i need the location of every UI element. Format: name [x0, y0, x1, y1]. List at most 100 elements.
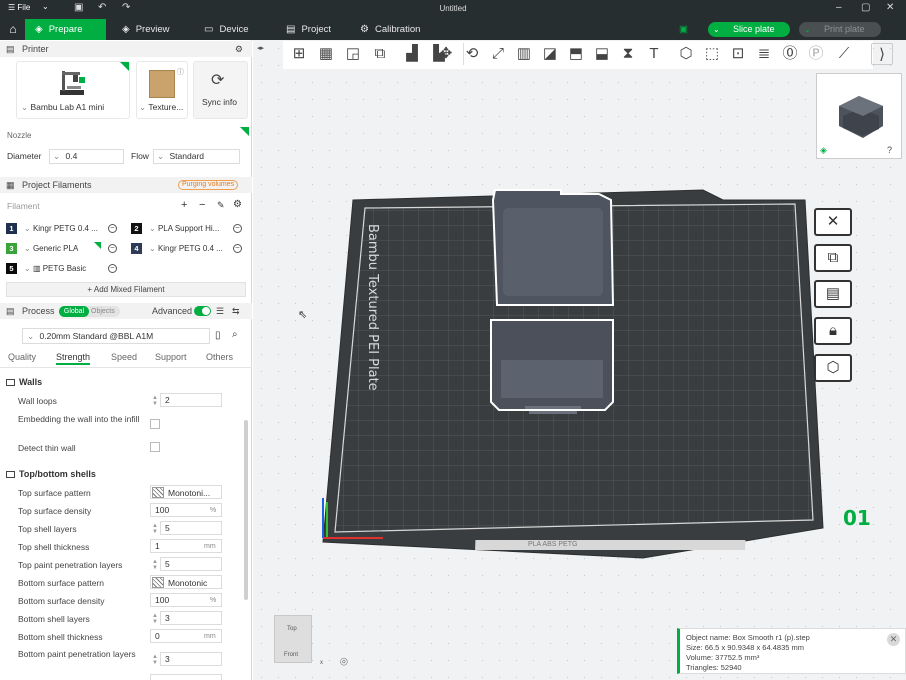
next-field-partial[interactable] [150, 674, 222, 680]
sync-info-button[interactable]: ⟳ Sync info [193, 61, 248, 119]
tab-quality[interactable]: Quality [8, 352, 36, 362]
flow-select[interactable]: ⌄ Standard [153, 149, 240, 164]
collapse-panel-icon[interactable]: ◂▸ [257, 44, 264, 52]
tab-calibration[interactable]: ⚙ Calibration [360, 19, 420, 40]
spinner-arrows-icon[interactable]: ▲ ▼ [152, 395, 158, 407]
tab-support[interactable]: Support [155, 352, 187, 362]
tab-prepare[interactable]: ◈ Prepare [25, 19, 106, 40]
filament-color-chip[interactable]: 5 [6, 263, 17, 274]
3d-viewport[interactable]: ◂▸ ⊞ ▦ ◲ ⧉ ▟ ▙ ✥ ⟲ ⤢ ▥ ◪ ⬒ ⬓ ⧗ T ⬡ ⬚ ⊡ ≣… [253, 40, 906, 680]
mesh-boolean-icon[interactable]: ⬒ [565, 43, 587, 65]
support-paint-icon[interactable]: ⬓ [591, 43, 613, 65]
layers-icon[interactable]: ≣ [753, 43, 775, 65]
orient-icon[interactable]: ◲ [342, 43, 364, 65]
view-cube-icon[interactable]: ⬚ [701, 43, 723, 65]
add-mixed-filament-button[interactable]: + Add Mixed Filament [6, 282, 246, 297]
seam-paint-icon[interactable]: ⧗ [617, 43, 639, 65]
embedding-wall-checkbox[interactable] [150, 419, 160, 429]
global-objects-toggle[interactable]: Global Objects [59, 306, 120, 317]
diameter-select[interactable]: ⌄ 0.4 [49, 149, 124, 164]
add-object-icon[interactable]: ⊞ [288, 43, 310, 65]
measure-icon[interactable]: ⬡ [675, 43, 697, 65]
filament-row[interactable]: 4 ⌄ Kingr PETG 0.4 ... – [131, 242, 247, 256]
bottom-shell-layers-input[interactable]: 3 [160, 611, 222, 625]
close-icon[interactable]: ✕ [887, 633, 900, 646]
chevron-down-icon[interactable]: ⌄ [713, 22, 720, 37]
global-option[interactable]: Global [59, 306, 89, 317]
home-icon[interactable]: ⌂ [4, 21, 22, 38]
purging-volumes-button[interactable]: Purging volumes [178, 180, 239, 190]
remove-filament-icon[interactable]: – [108, 244, 117, 253]
wall-loops-input[interactable]: 2 [160, 393, 222, 407]
zero-icon[interactable]: ⓪ [779, 43, 801, 65]
tab-preview[interactable]: ◈ Preview [122, 19, 170, 40]
spinner-arrows-icon[interactable]: ▲ ▼ [152, 613, 158, 625]
variable-layer-icon[interactable]: Ⓟ [805, 43, 827, 65]
tab-device[interactable]: ▭ Device [204, 19, 249, 40]
search-icon[interactable]: ⌕ [232, 329, 238, 340]
process-preset-select[interactable]: ⌄ 0.20mm Standard @BBL A1M [22, 328, 210, 344]
filament-color-chip[interactable]: 2 [131, 223, 142, 234]
tab-project[interactable]: ▤ Project [286, 19, 331, 40]
tab-others[interactable]: Others [206, 352, 233, 362]
filament-color-chip[interactable]: 4 [131, 243, 142, 254]
settings-scrollbar[interactable] [244, 420, 248, 600]
scale-icon[interactable]: ⤢ [487, 43, 509, 65]
spinner-arrows-icon[interactable]: ▲ ▼ [152, 523, 158, 535]
gear-icon[interactable]: ⚙ [233, 199, 242, 210]
objects-option[interactable]: Objects [91, 306, 115, 317]
lay-on-face-icon[interactable]: ▥ [513, 43, 535, 65]
gear-icon[interactable]: ⚙ [235, 41, 243, 57]
info-icon[interactable]: ⓘ [177, 67, 184, 77]
print-plate-button[interactable]: ⌄ Print plate [799, 22, 881, 37]
top-surface-pattern-select[interactable]: Monotoni... [150, 485, 222, 499]
filament-row[interactable]: 2 ⌄ PLA Support Hi... – [131, 222, 247, 236]
slice-plate-button[interactable]: ⌄ Slice plate [708, 22, 790, 37]
maximize-icon[interactable]: ▢ [861, 2, 870, 13]
zoom-to-fit-icon[interactable]: ⌾ [340, 654, 348, 670]
plate-thumbnail[interactable]: ◈ ? [816, 73, 902, 159]
save-preset-icon[interactable]: ▯ [215, 330, 221, 341]
rotate-icon[interactable]: ⟲ [461, 43, 483, 65]
navigation-cube[interactable]: Top Front [274, 615, 312, 663]
split-objects-icon[interactable]: ▟ [401, 43, 423, 65]
close-icon[interactable]: ✕ [886, 2, 894, 13]
filament-row[interactable]: 5 ⌄ ▥ PETG Basic – [6, 262, 122, 276]
advanced-toggle[interactable] [194, 306, 211, 316]
bottom-surface-pattern-select[interactable]: Monotonic [150, 575, 222, 589]
cut-icon[interactable]: ◪ [539, 43, 561, 65]
list-icon[interactable]: ☰ [216, 303, 224, 319]
move-icon[interactable]: ✥ [435, 43, 457, 65]
printer-selector[interactable]: ⌄ Bambu Lab A1 mini [16, 61, 130, 119]
filament-row[interactable]: 1 ⌄ Kingr PETG 0.4 ... – [6, 222, 122, 236]
bottom-paint-penetration-input[interactable]: 3 [160, 652, 222, 666]
top-shell-layers-input[interactable]: 5 [160, 521, 222, 535]
detect-thin-wall-checkbox[interactable] [150, 442, 160, 452]
compare-icon[interactable]: ⇆ [232, 303, 240, 319]
tab-speed[interactable]: Speed [111, 352, 137, 362]
expand-toolbar-icon[interactable]: ⟩ [871, 43, 893, 65]
filament-color-chip[interactable]: 1 [6, 223, 17, 234]
plate-type-selector[interactable]: ⓘ ⌄ Texture... [136, 61, 188, 119]
tab-strength[interactable]: Strength [56, 352, 91, 365]
remove-filament-icon[interactable]: – [233, 224, 242, 233]
remove-filament-icon[interactable]: – [108, 224, 117, 233]
ruler-icon[interactable]: ⟋ [833, 43, 855, 65]
remove-filament-icon[interactable]: – [233, 244, 242, 253]
remove-filament-icon[interactable]: – [108, 264, 117, 273]
add-plate-icon[interactable]: ▦ [315, 43, 337, 65]
text-tool-icon[interactable]: T [643, 43, 665, 65]
assembly-icon[interactable]: ⊡ [727, 43, 749, 65]
plate-view-icon[interactable]: ▣ [679, 19, 688, 40]
remove-icon[interactable]: − [199, 199, 205, 211]
filament-row[interactable]: 3 ⌄ Generic PLA – [6, 242, 122, 256]
filament-color-chip[interactable]: 3 [6, 243, 17, 254]
help-icon[interactable]: ? [887, 145, 892, 155]
chevron-down-icon[interactable]: ⌄ [804, 22, 811, 37]
spinner-arrows-icon[interactable]: ▲ ▼ [152, 654, 158, 666]
minimize-icon[interactable]: – [836, 2, 842, 13]
edit-icon[interactable]: ✎ [217, 200, 225, 211]
top-paint-penetration-input[interactable]: 5 [160, 557, 222, 571]
spinner-arrows-icon[interactable]: ▲ ▼ [152, 559, 158, 571]
arrange-icon[interactable]: ⧉ [369, 43, 391, 65]
